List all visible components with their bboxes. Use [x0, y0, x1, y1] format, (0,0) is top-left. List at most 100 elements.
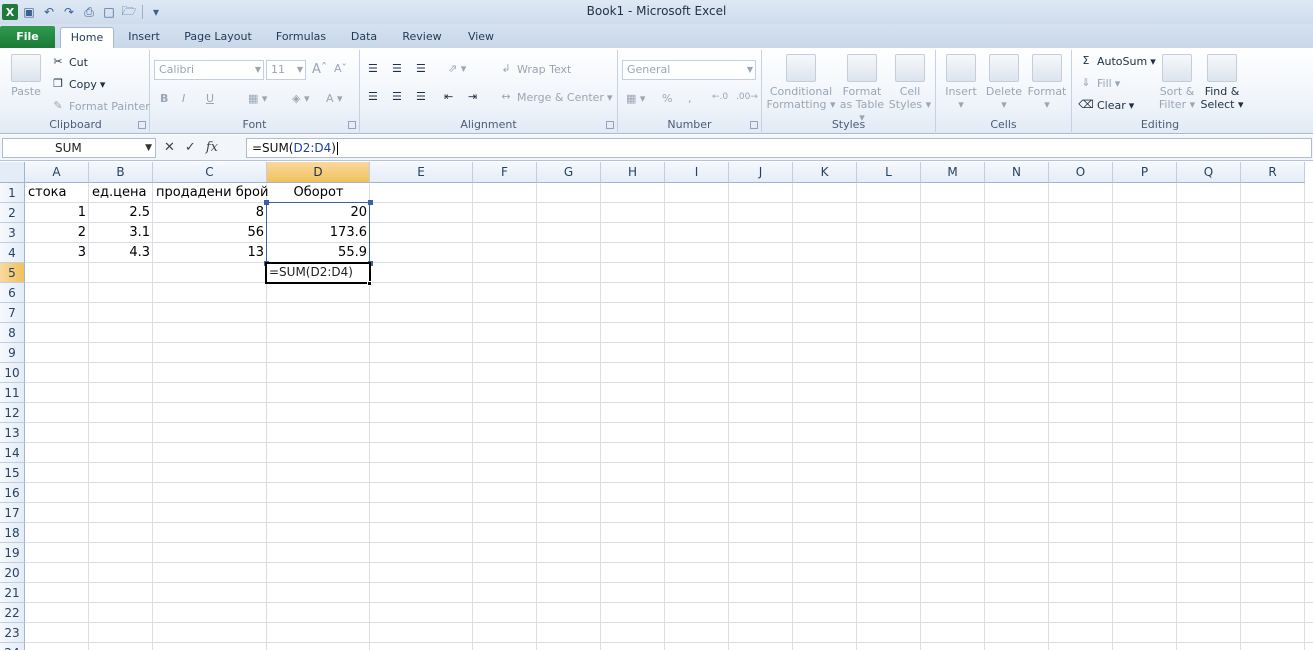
row-header-12[interactable]: 12	[0, 403, 25, 423]
tab-formulas[interactable]: Formulas	[268, 27, 334, 48]
cell-b4[interactable]: 4.3	[89, 243, 153, 263]
row-header-7[interactable]: 7	[0, 303, 25, 323]
align-bottom-icon[interactable]: ☰	[416, 62, 426, 75]
row-header-8[interactable]: 8	[0, 323, 25, 343]
tab-file[interactable]: File	[0, 26, 55, 48]
alignment-launcher-icon[interactable]	[606, 121, 614, 129]
row-header-4[interactable]: 4	[0, 243, 25, 263]
formula-input[interactable]: =SUM(D2:D4)	[246, 138, 1312, 158]
cell-b1[interactable]: ед.цена	[89, 183, 153, 203]
tab-view[interactable]: View	[460, 27, 502, 48]
cut-button[interactable]: ✂ Cut	[50, 55, 88, 69]
wrap-text-button[interactable]: ↲ Wrap Text	[498, 62, 571, 76]
row-header-19[interactable]: 19	[0, 543, 25, 563]
row-header-18[interactable]: 18	[0, 523, 25, 543]
range-handle[interactable]	[368, 200, 373, 205]
conditional-formatting-button[interactable]: Conditional Formatting ▾	[766, 54, 836, 111]
cell-b3[interactable]: 3.1	[89, 223, 153, 243]
cell-a1[interactable]: стока	[25, 183, 89, 203]
column-header-h[interactable]: H	[601, 162, 665, 183]
italic-button[interactable]: I	[182, 92, 185, 105]
font-size-combo[interactable]: 11 ▼	[266, 60, 306, 80]
borders-icon[interactable]: ▦ ▾	[248, 92, 267, 105]
decrease-decimal-icon[interactable]: .00→	[736, 92, 758, 102]
column-header-b[interactable]: B	[89, 162, 153, 183]
tab-page-layout[interactable]: Page Layout	[178, 27, 258, 48]
enter-entry-icon[interactable]: ✓	[185, 140, 196, 155]
column-header-c[interactable]: C	[153, 162, 267, 183]
row-header-6[interactable]: 6	[0, 283, 25, 303]
align-top-icon[interactable]: ☰	[368, 62, 378, 75]
column-header-d[interactable]: D	[267, 162, 370, 183]
row-header-9[interactable]: 9	[0, 343, 25, 363]
row-header-2[interactable]: 2	[0, 203, 25, 223]
orientation-icon[interactable]: ⇗ ▾	[448, 62, 466, 75]
copy-button[interactable]: ❐ Copy ▾	[50, 77, 105, 91]
fill-color-icon[interactable]: ◈ ▾	[292, 92, 309, 105]
cell-a3[interactable]: 2	[25, 223, 89, 243]
number-format-combo[interactable]: General ▼	[622, 60, 756, 80]
format-painter-button[interactable]: ✎ Format Painter	[50, 99, 149, 113]
comma-button[interactable]: ,	[688, 92, 692, 105]
active-cell-editor[interactable]: =SUM(D2:D4)	[265, 262, 371, 284]
find-select-button[interactable]: Find & Select ▾	[1200, 54, 1244, 111]
increase-decimal-icon[interactable]: ←.0	[712, 92, 728, 102]
row-header-1[interactable]: 1	[0, 183, 25, 203]
paste-button[interactable]: Paste	[6, 54, 46, 98]
range-handle[interactable]	[264, 200, 269, 205]
cell-d1[interactable]: Оборот	[267, 183, 370, 203]
cell-b2[interactable]: 2.5	[89, 203, 153, 223]
column-header-f[interactable]: F	[473, 162, 537, 183]
column-header-j[interactable]: J	[729, 162, 793, 183]
row-header-3[interactable]: 3	[0, 223, 25, 243]
row-header-21[interactable]: 21	[0, 583, 25, 603]
cell-c4[interactable]: 13	[153, 243, 267, 263]
font-color-icon[interactable]: A ▾	[326, 92, 343, 105]
shrink-font-icon[interactable]: Aˇ	[334, 62, 347, 75]
format-as-table-button[interactable]: Format as Table ▾	[836, 54, 888, 124]
percent-button[interactable]: %	[662, 92, 672, 105]
underline-button[interactable]: U	[206, 92, 214, 105]
cell-a4[interactable]: 3	[25, 243, 89, 263]
insert-cells-button[interactable]: Insert ▾	[940, 54, 982, 111]
tab-data[interactable]: Data	[344, 27, 384, 48]
fill-button[interactable]: ⇓ Fill ▾	[1078, 76, 1120, 90]
row-header-15[interactable]: 15	[0, 463, 25, 483]
row-header-20[interactable]: 20	[0, 563, 25, 583]
column-header-r[interactable]: R	[1241, 162, 1305, 183]
tab-home[interactable]: Home	[60, 27, 114, 48]
column-header-k[interactable]: K	[793, 162, 857, 183]
row-header-10[interactable]: 10	[0, 363, 25, 383]
clear-button[interactable]: ⌫ Clear ▾	[1078, 98, 1134, 112]
cell-c3[interactable]: 56	[153, 223, 267, 243]
font-launcher-icon[interactable]	[348, 121, 356, 129]
column-header-i[interactable]: I	[665, 162, 729, 183]
column-header-a[interactable]: A	[25, 162, 89, 183]
format-cells-button[interactable]: Format ▾	[1026, 54, 1068, 111]
tab-review[interactable]: Review	[394, 27, 450, 48]
row-header-14[interactable]: 14	[0, 443, 25, 463]
align-left-icon[interactable]: ☰	[368, 90, 378, 103]
decrease-indent-icon[interactable]: ⇤	[444, 90, 453, 103]
grow-font-icon[interactable]: Aˆ	[312, 62, 327, 77]
row-header-11[interactable]: 11	[0, 383, 25, 403]
column-header-l[interactable]: L	[857, 162, 921, 183]
align-middle-icon[interactable]: ☰	[392, 62, 402, 75]
row-header-13[interactable]: 13	[0, 423, 25, 443]
cell-c2[interactable]: 8	[153, 203, 267, 223]
name-box[interactable]: SUM ▼	[2, 138, 156, 158]
align-center-icon[interactable]: ☰	[392, 90, 402, 103]
column-header-q[interactable]: Q	[1177, 162, 1241, 183]
sort-filter-button[interactable]: Sort & Filter ▾	[1158, 54, 1196, 111]
select-all-corner[interactable]	[0, 162, 25, 183]
align-right-icon[interactable]: ☰	[416, 90, 426, 103]
row-header-24[interactable]: 24	[0, 643, 25, 650]
worksheet-grid[interactable]: A B C D E F G H I J K L M N O P Q R 1 2 3 4 5 6 7 8 9 10 11 12 13 14 15 1…	[0, 162, 1313, 650]
row-header-17[interactable]: 17	[0, 503, 25, 523]
fill-handle[interactable]	[367, 281, 372, 286]
column-header-n[interactable]: N	[985, 162, 1049, 183]
column-header-o[interactable]: O	[1049, 162, 1113, 183]
column-header-p[interactable]: P	[1113, 162, 1177, 183]
row-header-23[interactable]: 23	[0, 623, 25, 643]
number-launcher-icon[interactable]	[750, 121, 758, 129]
